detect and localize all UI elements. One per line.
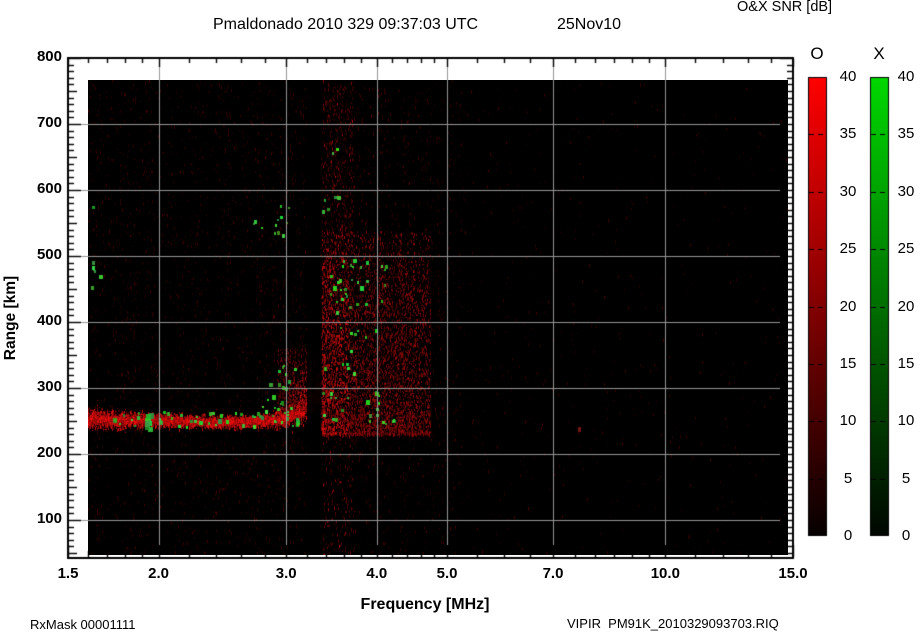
- colorbar-x-header: X: [873, 44, 885, 63]
- x-tick-label: 2.0: [148, 565, 169, 582]
- x-colorbar-tick-label: 20: [897, 297, 915, 315]
- date-label: 25Nov10: [557, 16, 622, 33]
- x-tick-label: 5.0: [436, 565, 458, 582]
- o-colorbar-tick-label: 20: [839, 297, 857, 315]
- x-colorbar-tick-label: 5: [901, 469, 911, 487]
- x-colorbar-tick-label: 25: [897, 240, 915, 258]
- x-tick-label: 15.0: [778, 565, 808, 582]
- o-colorbar-tick-label: 35: [839, 125, 857, 143]
- x-colorbar-tick-label: 0: [901, 527, 911, 544]
- x-tick-label: 3.0: [275, 565, 297, 582]
- ionogram-heatmap: [88, 80, 788, 555]
- o-colorbar-tick-label: 15: [839, 354, 857, 372]
- o-colorbar-tick-label: 25: [839, 240, 857, 258]
- o-colorbar-tick-label: 10: [839, 412, 857, 430]
- colorbar-title: O&X SNR [dB]: [737, 0, 833, 15]
- data-file-reference: VIPIR PM91K_2010329093703.RIQ: [567, 616, 779, 631]
- y-tick-label: 300: [36, 378, 62, 395]
- x-colorbar-tick-label: 35: [897, 125, 915, 143]
- x-colorbar-tick-label: 30: [897, 182, 915, 200]
- x-axis-title: Frequency [MHz]: [360, 596, 490, 613]
- o-colorbar-tick-label: 0: [843, 527, 853, 544]
- ionogram-figure: Pmaldonado 2010 329 09:37:03 UTC 25Nov10…: [0, 0, 922, 636]
- x-tick-label: 10.0: [650, 565, 680, 582]
- o-colorbar-tick-label: 30: [839, 182, 857, 200]
- o-colorbar-tick-label: 5: [843, 469, 853, 487]
- y-tick-label: 600: [36, 180, 62, 197]
- o-colorbar-tick-label: 40: [839, 68, 857, 85]
- x-tick-label: 4.0: [366, 565, 388, 582]
- y-tick-label: 800: [36, 48, 62, 65]
- x-tick-label: 1.5: [57, 565, 79, 582]
- colorbar-o-header: O: [810, 44, 824, 63]
- y-tick-label: 200: [36, 444, 62, 461]
- x-tick-label: 7.0: [542, 565, 564, 582]
- y-tick-label: 700: [36, 114, 62, 131]
- y-tick-label: 500: [36, 246, 62, 263]
- page-title: Pmaldonado 2010 329 09:37:03 UTC: [213, 16, 479, 33]
- x-colorbar-tick-label: 15: [897, 354, 915, 372]
- y-tick-label: 400: [36, 312, 62, 329]
- x-colorbar-tick-label: 40: [897, 68, 915, 85]
- x-colorbar-tick-label: 10: [897, 412, 915, 430]
- y-tick-label: 100: [36, 510, 62, 527]
- rxmask-status: RxMask 00001111: [30, 617, 136, 632]
